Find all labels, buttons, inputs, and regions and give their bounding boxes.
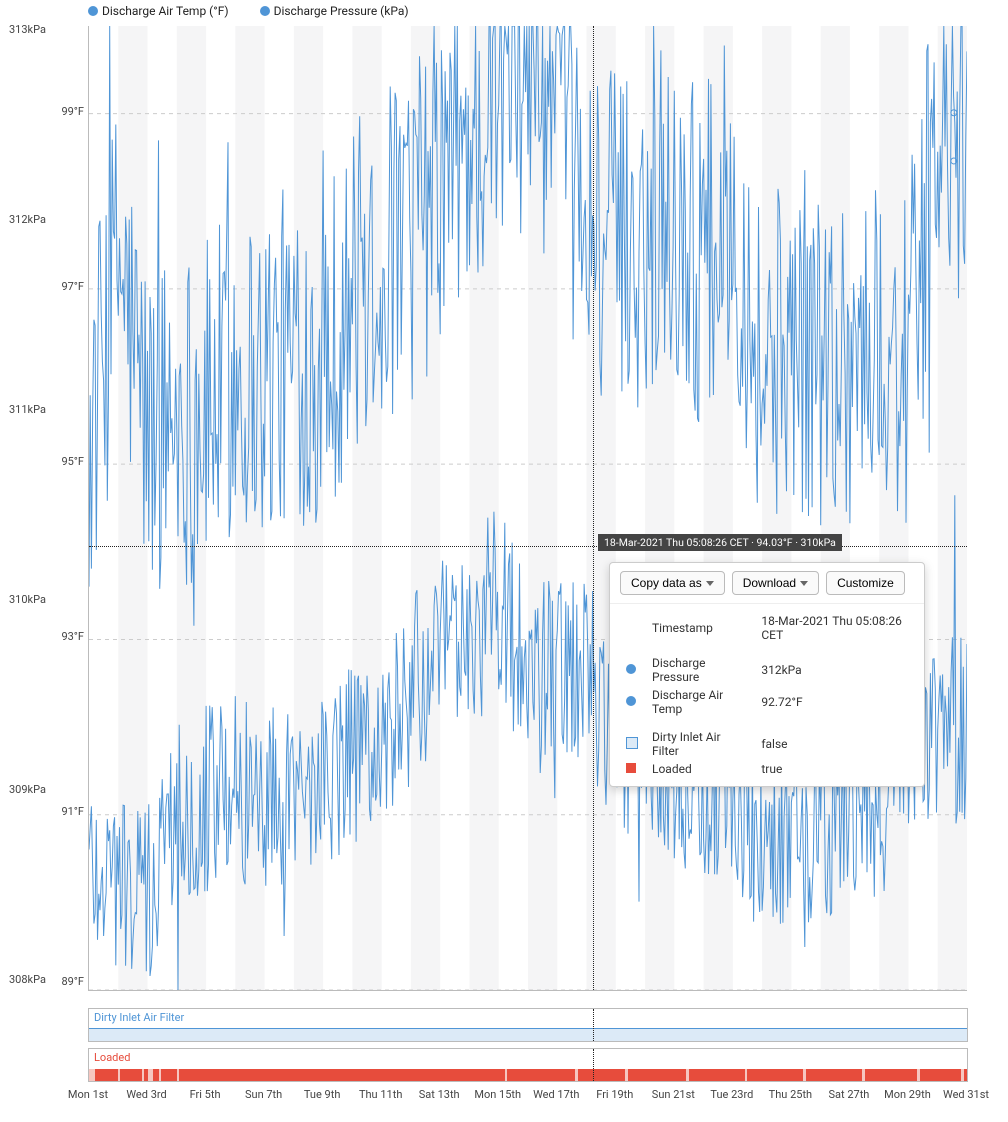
state-chart-bar [89,1069,967,1081]
x-axis-tick: Mon 29th [884,1088,931,1101]
table-row: Loadedtrue [620,760,914,778]
x-axis-tick: Sat 27th [828,1088,869,1101]
chart-svg [89,26,967,990]
y-axis-f-tick: 89°F [0,975,84,988]
state-chart-title: Loaded [94,1051,130,1064]
data-popup: Copy data as Download Customize Timestam… [609,562,925,787]
chart-plot-area[interactable]: 18-Mar-2021 Thu 05:08:26 CET · 94.03°F ·… [88,26,967,991]
y-axis-f-tick: 95°F [0,455,84,468]
y-axis-f-tick: 97°F [0,280,84,293]
state-chart-dirty[interactable]: Dirty Inlet Air Filter [88,1008,968,1042]
x-axis-tick: Mon 1st [68,1088,108,1101]
x-axis-tick: Tue 23rd [710,1088,753,1101]
download-button[interactable]: Download [732,571,819,595]
y-axis-kpa-tick: 309kPa [0,783,46,796]
legend-dot-icon [88,6,98,16]
x-axis-tick: Wed 3rd [126,1088,166,1101]
popup-data-table: Timestamp18-Mar-2021 Thu 05:08:26 CET Di… [620,612,914,778]
x-axis-tick: Wed 17th [533,1088,579,1101]
dirty-swatch-icon [626,737,638,749]
x-axis-tick: Sat 13th [419,1088,460,1101]
table-row: Timestamp18-Mar-2021 Thu 05:08:26 CET [620,612,914,644]
x-axis-tick: Sun 21st [652,1088,695,1101]
y-axis-kpa-tick: 313kPa [0,23,46,36]
legend-dot-icon [260,6,270,16]
x-axis-tick: Fri 19th [596,1088,633,1101]
crosshair-vertical [593,1049,594,1081]
x-axis-tick: Wed 31st [943,1088,989,1101]
chevron-down-icon [706,581,714,586]
y-axis-f-tick: 91°F [0,805,84,818]
series-dot-icon [626,664,636,674]
x-axis-tick: Tue 9th [304,1088,341,1101]
x-axis-tick: Thu 25th [769,1088,812,1101]
state-chart-loaded[interactable]: Loaded [88,1048,968,1082]
state-chart-title: Dirty Inlet Air Filter [94,1011,184,1024]
y-axis-f-tick: 99°F [0,105,84,118]
customize-button[interactable]: Customize [826,571,905,595]
y-axis-f-tick: 93°F [0,630,84,643]
legend-series2[interactable]: Discharge Pressure (kPa) [274,4,409,18]
copy-data-button[interactable]: Copy data as [620,571,725,595]
x-axis-tick: Sun 7th [245,1088,282,1101]
table-row: Discharge Pressure312kPa [620,654,914,686]
table-row: Dirty Inlet Air Filterfalse [620,728,914,760]
legend: Discharge Air Temp (°F) Discharge Pressu… [88,4,437,18]
x-axis-tick: Thu 11th [359,1088,402,1101]
legend-series1[interactable]: Discharge Air Temp (°F) [102,4,229,18]
loaded-swatch-icon [626,763,636,773]
chevron-down-icon [800,581,808,586]
popup-toolbar: Copy data as Download Customize [610,563,924,604]
y-axis-kpa-tick: 311kPa [0,403,46,416]
x-axis-tick: Fri 5th [190,1088,221,1101]
series-dot-icon [626,696,636,706]
crosshair-vertical [593,1009,594,1041]
table-row: Discharge Air Temp92.72°F [620,686,914,718]
crosshair-readout: 18-Mar-2021 Thu 05:08:26 CET · 94.03°F ·… [598,534,842,551]
x-axis-tick: Mon 15th [474,1088,521,1101]
y-axis-kpa-tick: 312kPa [0,213,46,226]
state-chart-bar [89,1028,967,1041]
y-axis-kpa-tick: 310kPa [0,593,46,606]
crosshair-vertical [593,26,594,990]
